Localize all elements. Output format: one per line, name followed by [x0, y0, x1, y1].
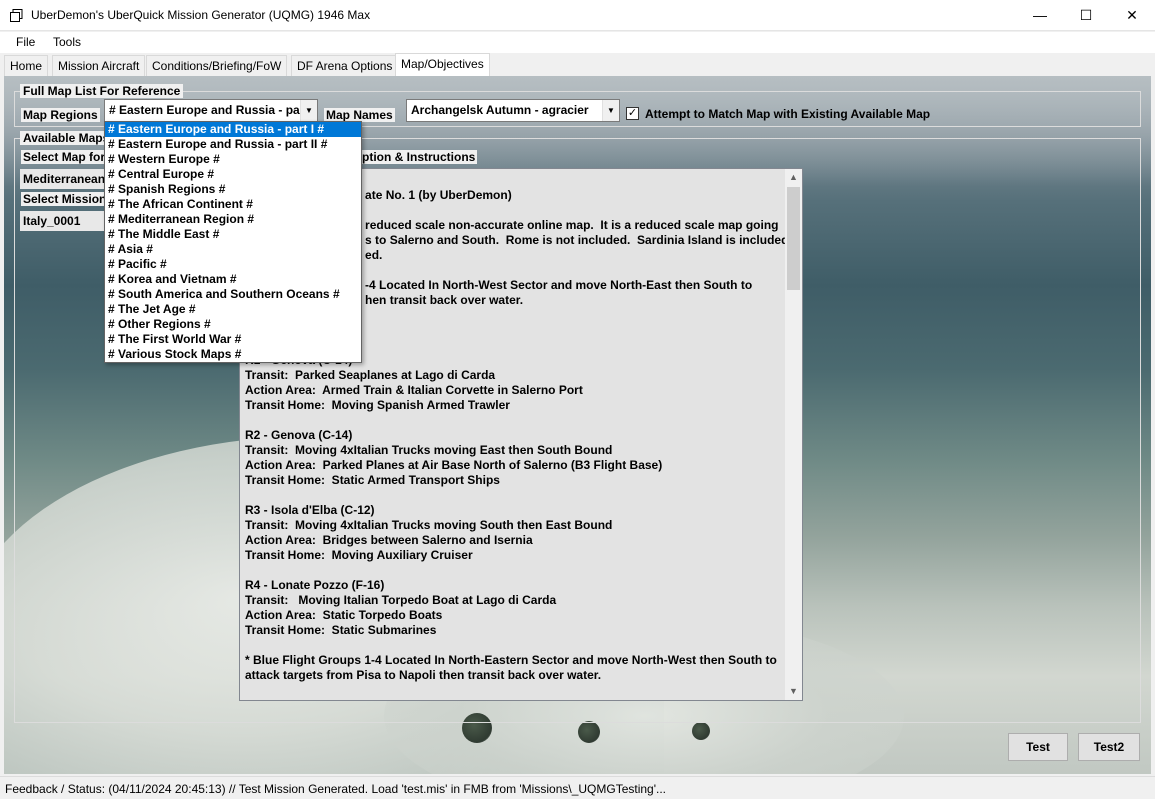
tree	[578, 721, 600, 743]
menu-bar: File Tools	[0, 32, 1155, 53]
scroll-up-icon[interactable]: ▲	[785, 169, 802, 186]
attempt-match-checkbox[interactable]: ✓	[626, 107, 639, 120]
description-line: R2 - Genova (C-14)	[245, 428, 353, 442]
tab-home[interactable]: Home	[4, 55, 49, 76]
title-bar: UberDemon's UberQuick Mission Generator …	[0, 0, 1155, 31]
description-instructions-title: ption & Instructions	[360, 150, 478, 164]
tab-conditions-briefing-fow[interactable]: Conditions/Briefing/FoW	[146, 55, 288, 76]
test2-button[interactable]: Test2	[1078, 733, 1140, 761]
description-line: Transit Home: Moving Auxiliary Cruiser	[245, 548, 473, 562]
tab-map-objectives[interactable]: Map/Objectives	[395, 53, 490, 76]
map-names-combo[interactable]: Archangelsk Autumn - agracier ▼	[406, 99, 620, 122]
description-line: Action Area: Bridges between Salerno and…	[245, 533, 533, 547]
description-line	[245, 563, 783, 578]
attempt-match-label: Attempt to Match Map with Existing Avail…	[645, 107, 931, 121]
dropdown-item-region[interactable]: # Other Regions #	[105, 317, 361, 332]
description-line: Transit: Parked Seaplanes at Lago di Car…	[245, 368, 496, 382]
description-line: Transit Home: Static Armed Transport Shi…	[245, 473, 500, 487]
status-text: Feedback / Status: (04/11/2024 20:45:13)…	[5, 782, 667, 796]
description-line: attack targets from Pisa to Napoli then …	[245, 668, 602, 682]
app-icon	[10, 9, 23, 22]
tab-df-arena-options[interactable]: DF Arena Options	[291, 55, 399, 76]
dropdown-item-region[interactable]: # Spanish Regions #	[105, 182, 361, 197]
map-regions-value: # Eastern Europe and Russia - part	[109, 103, 309, 117]
description-line: R3 - Isola d'Elba (C-12)	[245, 503, 375, 517]
description-scrollbar[interactable]: ▲ ▼	[785, 169, 802, 700]
description-line: Action Area: Armed Train & Italian Corve…	[245, 383, 583, 397]
select-mission-label: Select Mission	[21, 192, 109, 206]
description-line	[245, 638, 783, 653]
close-button[interactable]: ✕	[1109, 0, 1155, 31]
dropdown-item-region[interactable]: # Pacific #	[105, 257, 361, 272]
map-regions-combo[interactable]: # Eastern Europe and Russia - part ▼	[104, 99, 318, 122]
map-names-value: Archangelsk Autumn - agracier	[411, 103, 589, 117]
dropdown-item-region[interactable]: # The First World War #	[105, 332, 361, 347]
description-line: Transit Home: Moving Spanish Armed Trawl…	[245, 398, 510, 412]
dropdown-item-region[interactable]: # Western Europe #	[105, 152, 361, 167]
map-selection-field[interactable]: Mediterranean	[20, 169, 104, 189]
dropdown-item-region[interactable]: # Korea and Vietnam #	[105, 272, 361, 287]
tree	[692, 722, 710, 740]
scroll-down-icon[interactable]: ▼	[785, 683, 802, 700]
description-line: Action Area: Parked Planes at Air Base N…	[245, 458, 663, 472]
menu-file[interactable]: File	[16, 35, 35, 49]
dropdown-item-region[interactable]: # Mediterranean Region #	[105, 212, 361, 227]
description-line	[245, 488, 783, 503]
dropdown-item-region[interactable]: # The Middle East #	[105, 227, 361, 242]
window-title: UberDemon's UberQuick Mission Generator …	[31, 8, 371, 22]
minimize-button[interactable]: —	[1017, 0, 1063, 31]
available-maps-title: Available Maps	[20, 131, 113, 145]
tab-strip: Home Mission Aircraft Conditions/Briefin…	[0, 53, 1155, 76]
dropdown-item-region[interactable]: # Eastern Europe and Russia - part II #	[105, 137, 361, 152]
select-map-label: Select Map for	[21, 150, 108, 164]
dropdown-item-region[interactable]: # Various Stock Maps #	[105, 347, 361, 362]
dropdown-item-region[interactable]: # The Jet Age #	[105, 302, 361, 317]
map-names-label: Map Names	[324, 108, 395, 122]
dropdown-item-region[interactable]: # The African Continent #	[105, 197, 361, 212]
mission-selection-field[interactable]: Italy_0001	[20, 211, 104, 231]
description-line	[245, 413, 783, 428]
test-button[interactable]: Test	[1008, 733, 1068, 761]
dropdown-item-region[interactable]: # Central Europe #	[105, 167, 361, 182]
description-line: R4 - Lonate Pozzo (F-16)	[245, 578, 385, 592]
description-line: Transit: Moving 4xItalian Trucks moving …	[245, 443, 613, 457]
full-map-list-title: Full Map List For Reference	[20, 84, 184, 98]
chevron-down-icon[interactable]: ▼	[602, 100, 619, 121]
dropdown-item-region[interactable]: # South America and Southern Oceans #	[105, 287, 361, 302]
dropdown-item-region[interactable]: # Asia #	[105, 242, 361, 257]
checkmark-icon: ✓	[627, 107, 638, 119]
menu-tools[interactable]: Tools	[53, 35, 81, 49]
description-line: Transit: Moving Italian Torpedo Boat at …	[245, 593, 557, 607]
dropdown-item-region[interactable]: # Eastern Europe and Russia - part I #	[105, 122, 361, 137]
maximize-button[interactable]: ☐	[1063, 0, 1109, 31]
map-regions-label: Map Regions	[21, 108, 100, 122]
status-bar: Feedback / Status: (04/11/2024 20:45:13)…	[0, 776, 1155, 799]
description-line: Action Area: Static Torpedo Boats	[245, 608, 443, 622]
map-regions-dropdown-list[interactable]: # Eastern Europe and Russia - part I # # …	[104, 121, 362, 363]
scroll-thumb[interactable]	[787, 187, 800, 290]
description-line: * Blue Flight Groups 1-4 Located In Nort…	[245, 653, 777, 667]
tab-mission-aircraft[interactable]: Mission Aircraft	[52, 55, 146, 76]
description-line: Transit Home: Static Submarines	[245, 623, 437, 637]
chevron-down-icon[interactable]: ▼	[300, 100, 317, 121]
description-line: Transit: Moving 4xItalian Trucks moving …	[245, 518, 613, 532]
